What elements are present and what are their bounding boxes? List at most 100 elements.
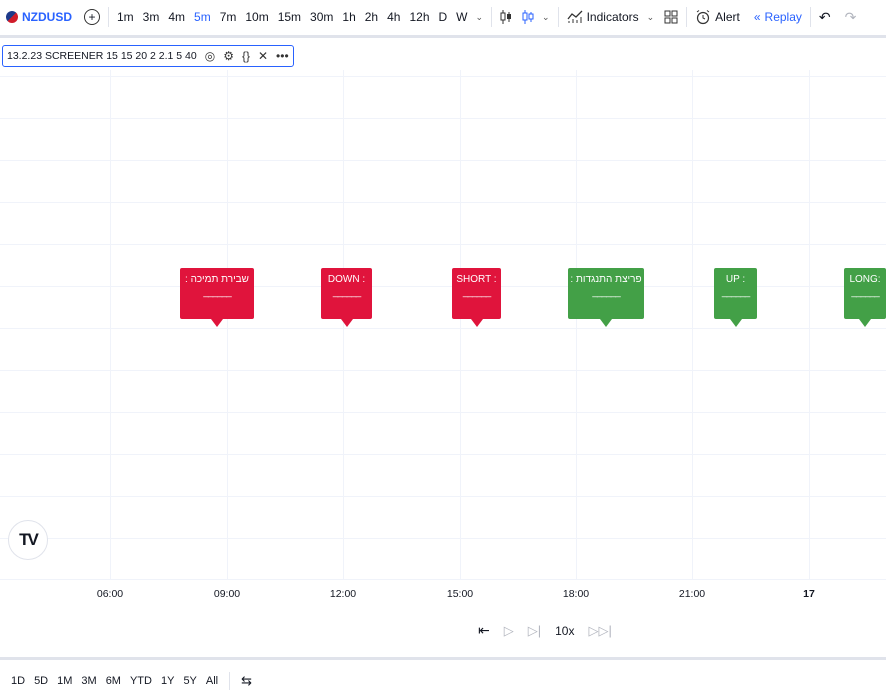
grid-line (460, 70, 461, 580)
range-5y[interactable]: 5Y (183, 675, 196, 687)
logo-text: TV (19, 530, 39, 549)
grid-line (0, 202, 886, 203)
divider (491, 7, 493, 27)
range-all[interactable]: All (206, 675, 218, 687)
date-range-bar: 1D 5D 1M 3M 6M YTD 1Y 5Y All ⇆ (11, 672, 252, 690)
time-tick: 06:00 (96, 588, 124, 600)
source-code-icon[interactable]: {} (242, 49, 250, 63)
replay-label: Replay (764, 10, 802, 24)
heikin-chart-type-icon[interactable] (522, 9, 534, 25)
grid-line (0, 118, 886, 119)
alarm-clock-icon (696, 10, 710, 25)
signal-label-text: LONG: (849, 274, 881, 285)
signal-label-value: ______ (332, 287, 361, 298)
indicators-button[interactable]: Indicators (567, 9, 639, 25)
signal-label-text: פריצת התנגדות : (570, 274, 642, 285)
divider (686, 7, 688, 27)
signal-label-short[interactable]: SHORT : ______ (452, 268, 501, 319)
signal-label-value: ______ (462, 287, 491, 298)
interval-1h[interactable]: 1h (342, 10, 355, 24)
chart-pane[interactable]: שבירת תמיכה : ______ DOWN : ______ SHORT… (0, 70, 886, 580)
compare-add-icon[interactable]: + (84, 9, 100, 25)
alert-button[interactable]: Alert (695, 9, 740, 25)
signal-label-value: ______ (203, 287, 231, 298)
signal-label-value: ______ (721, 287, 750, 298)
grid-line (0, 412, 886, 413)
grid-line (0, 328, 886, 329)
interval-dropdown-chevron-icon[interactable]: ⌄ (476, 12, 484, 23)
signal-label-text: UP : (725, 274, 746, 285)
time-axis[interactable]: 06:00 09:00 12:00 15:00 18:00 21:00 17 (0, 588, 886, 604)
tradingview-logo-icon[interactable]: TV (8, 520, 48, 560)
grid-line (0, 76, 886, 77)
play-icon[interactable]: ▷ (504, 623, 514, 639)
time-tick: 09:00 (213, 588, 241, 600)
chart-type-chevron-icon[interactable]: ⌄ (542, 12, 550, 23)
interval-10m[interactable]: 10m (245, 10, 268, 24)
close-icon[interactable]: ✕ (258, 49, 268, 63)
more-icon[interactable]: ••• (276, 49, 289, 63)
speed-selector[interactable]: 10x (555, 624, 574, 638)
grid-line (0, 160, 886, 161)
interval-d[interactable]: D (439, 10, 448, 24)
grid-line (110, 70, 111, 580)
bottom-divider (0, 657, 886, 660)
interval-4m[interactable]: 4m (168, 10, 185, 24)
jump-to-realtime-icon[interactable]: ▷▷| (588, 623, 611, 639)
signal-label-up[interactable]: UP : ______ (714, 268, 757, 319)
divider (229, 672, 231, 690)
indicator-legend[interactable]: 13.2.23 SCREENER 15 15 20 2 2.1 5 40 ◎ ⚙… (2, 45, 294, 67)
time-tick: 18:00 (562, 588, 590, 600)
signal-label-text: שבירת תמיכה : (185, 274, 249, 285)
signal-label-resistance-break[interactable]: פריצת התנגדות : ______ (568, 268, 644, 319)
grid-line (692, 70, 693, 580)
range-1d[interactable]: 1D (11, 675, 25, 687)
range-1y[interactable]: 1Y (161, 675, 174, 687)
interval-4h[interactable]: 4h (387, 10, 400, 24)
indicator-params: 15 15 20 2 2.1 5 40 (106, 50, 197, 62)
settings-gear-icon[interactable]: ⚙ (223, 49, 234, 63)
interval-list: 1m 3m 4m 5m 7m 10m 15m 30m 1h 2h 4h 12h … (117, 10, 468, 24)
interval-7m[interactable]: 7m (220, 10, 237, 24)
range-1m[interactable]: 1M (57, 675, 72, 687)
grid-line (0, 370, 886, 371)
jump-to-start-icon[interactable]: ⇤ (478, 622, 490, 639)
signal-label-long[interactable]: LONG: ______ (844, 268, 886, 319)
bars-icon (522, 10, 534, 24)
interval-w[interactable]: W (456, 10, 467, 24)
indicator-name: 13.2.23 SCREENER (7, 50, 104, 62)
symbol-search[interactable]: NZDUSD (0, 10, 72, 24)
divider (809, 7, 811, 27)
range-6m[interactable]: 6M (106, 675, 121, 687)
interval-30m[interactable]: 30m (310, 10, 333, 24)
layouts-grid-icon[interactable] (664, 10, 678, 24)
undo-icon[interactable]: ↶ (819, 9, 831, 26)
replay-button[interactable]: « Replay (754, 10, 802, 24)
interval-12h[interactable]: 12h (409, 10, 429, 24)
grid-line (0, 579, 886, 580)
range-ytd[interactable]: YTD (130, 675, 152, 687)
interval-1m[interactable]: 1m (117, 10, 134, 24)
time-tick: 12:00 (329, 588, 357, 600)
candles-chart-type-icon[interactable] (500, 9, 512, 25)
range-5d[interactable]: 5D (34, 675, 48, 687)
interval-2h[interactable]: 2h (365, 10, 378, 24)
step-forward-icon[interactable]: ▷| (528, 623, 541, 639)
range-3m[interactable]: 3M (81, 675, 96, 687)
signal-label-value: ______ (851, 287, 879, 298)
redo-icon[interactable]: ↷ (845, 9, 857, 26)
indicators-chevron-icon[interactable]: ⌄ (647, 12, 655, 23)
signal-label-down[interactable]: DOWN : ______ (321, 268, 372, 319)
grid-line (0, 454, 886, 455)
grid-line (576, 70, 577, 580)
interval-3m[interactable]: 3m (143, 10, 160, 24)
interval-5m[interactable]: 5m (194, 10, 211, 24)
indicators-icon (567, 10, 583, 23)
divider (108, 7, 109, 27)
interval-15m[interactable]: 15m (278, 10, 301, 24)
signal-label-text: SHORT : (456, 274, 497, 285)
signal-label-support-break[interactable]: שבירת תמיכה : ______ (180, 268, 254, 319)
divider (557, 7, 559, 27)
eye-icon[interactable]: ◎ (205, 49, 215, 63)
go-to-date-icon[interactable]: ⇆ (241, 673, 252, 689)
